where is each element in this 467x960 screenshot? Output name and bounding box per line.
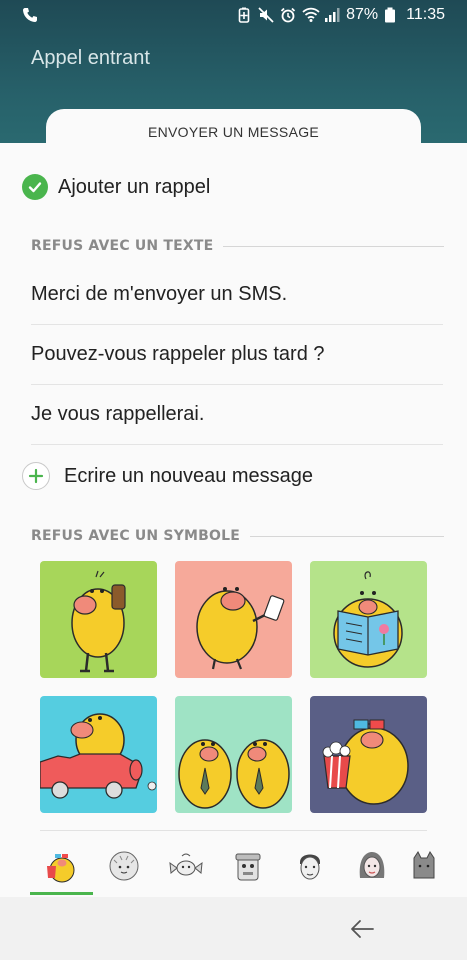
text-reject-section-title: REFUS AVEC UN TEXTE [31,238,214,254]
navigation-bar [0,897,467,960]
robot-pack-icon[interactable] [218,838,278,894]
clock: 11:35 [406,6,445,23]
battery-percent: 87% [346,6,379,23]
status-bar: 87% 11:35 [0,0,467,34]
cat-pack-icon[interactable] [404,838,442,894]
battery-saver-icon [236,7,252,23]
sticker-movie-popcorn[interactable] [310,696,427,813]
hedgehog-pack-icon[interactable] [94,838,154,894]
sticker-pack-tabs [22,838,442,894]
candy-pack-icon[interactable] [156,838,216,894]
quick-message-item[interactable]: Pouvez-vous rappeler plus tard ? [31,325,443,385]
check-icon [22,174,48,200]
battery-icon [384,7,400,23]
woman-pack-icon[interactable] [342,838,402,894]
section-divider [223,245,444,247]
phone-icon [22,7,38,28]
compose-new-message-label: Ecrire un nouveau message [64,464,314,487]
mute-icon [258,7,274,23]
tab-send-message[interactable]: ENVOYER UN MESSAGE [46,109,421,155]
alarm-icon [280,7,296,23]
man-pack-icon[interactable] [280,838,340,894]
chick-pack-icon[interactable] [32,838,92,894]
sticker-tab-divider [40,830,427,831]
plus-icon [22,462,50,490]
text-reject-section-header: REFUS AVEC UN TEXTE [31,236,444,256]
sticker-phone-call[interactable] [40,561,157,678]
quick-message-item[interactable]: Merci de m'envoyer un SMS. [31,265,443,325]
sticker-smartphone[interactable] [175,561,292,678]
symbol-reject-section-title: REFUS AVEC UN SYMBOLE [31,528,241,544]
back-button[interactable] [344,911,380,947]
quick-message-item[interactable]: Je vous rappellerai. [31,385,443,445]
add-reminder-label: Ajouter un rappel [58,175,211,198]
signal-icon [324,7,340,23]
sticker-driving-car[interactable] [40,696,157,813]
sticker-reading-book[interactable] [310,561,427,678]
compose-new-message-button[interactable]: Ecrire un nouveau message [22,450,313,502]
symbol-reject-section-header: REFUS AVEC UN SYMBOLE [31,526,444,546]
section-divider [250,535,444,537]
wifi-icon [302,7,320,23]
add-reminder-option[interactable]: Ajouter un rappel [22,170,210,204]
sticker-meeting[interactable] [175,696,292,813]
call-status-title: Appel entrant [31,47,150,69]
back-arrow-icon [351,920,374,938]
selected-tab-indicator [30,892,93,895]
